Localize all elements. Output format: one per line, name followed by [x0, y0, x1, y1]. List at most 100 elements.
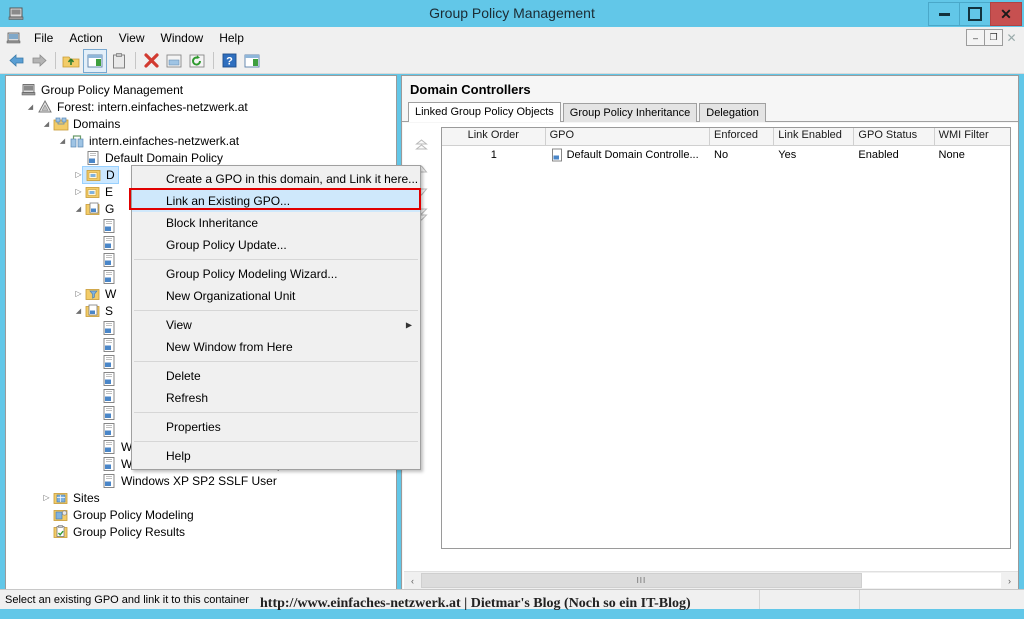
context-menu-item[interactable]: Group Policy Update...	[132, 234, 420, 256]
cell-gpo-status: Enabled	[858, 148, 899, 161]
expand-arrow-icon[interactable]	[72, 185, 85, 198]
tree-node[interactable]: Default Domain Policy	[6, 149, 396, 166]
context-menu-item[interactable]: Refresh	[132, 387, 420, 409]
context-menu-item[interactable]: New Window from Here	[132, 336, 420, 358]
gpo-icon	[85, 150, 101, 166]
minimize-button[interactable]	[928, 2, 960, 26]
up-folder-icon[interactable]	[60, 50, 82, 72]
collapse-arrow-icon[interactable]	[40, 117, 53, 130]
gpo-icon	[101, 218, 117, 234]
tab-linked-group-policy-objects[interactable]: Linked Group Policy Objects	[408, 102, 561, 122]
cell-gpo-label: Default Domain Controlle...	[566, 148, 699, 161]
linked-gpo-grid[interactable]: Link Order GPO Enforced Link Enabled GPO…	[441, 127, 1011, 549]
column-header-link-enabled[interactable]: Link Enabled	[774, 128, 855, 145]
scroll-right-button[interactable]: ›	[1001, 573, 1018, 588]
properties-icon[interactable]	[163, 50, 185, 72]
collapse-arrow-icon[interactable]	[72, 304, 85, 317]
close-button[interactable]: ✕	[990, 2, 1022, 26]
tree-node-content: Sites	[53, 490, 100, 506]
submenu-arrow-icon: ▶	[405, 320, 412, 330]
menu-separator	[134, 259, 418, 260]
gpo-icon	[101, 388, 117, 404]
show-hide-console-tree-icon[interactable]	[83, 48, 107, 73]
tree-node-content: G	[85, 201, 114, 217]
context-menu-item[interactable]: Help	[132, 445, 420, 467]
move-to-top-button[interactable]	[410, 135, 432, 156]
collapse-arrow-icon[interactable]	[24, 100, 37, 113]
column-header-gpo-status[interactable]: GPO Status	[854, 128, 935, 145]
context-menu-item[interactable]: Properties	[132, 416, 420, 438]
column-header-enforced[interactable]: Enforced	[710, 128, 775, 145]
context-menu-item[interactable]: New Organizational Unit	[132, 285, 420, 307]
forward-icon[interactable]	[28, 50, 50, 72]
tree-node-label: Group Policy Results	[73, 524, 186, 539]
tree-node[interactable]: intern.einfaches-netzwerk.at	[6, 132, 396, 149]
tree-node-content	[101, 405, 121, 421]
context-menu-item[interactable]: View ▶	[132, 314, 420, 336]
mdi-close-button[interactable]: ✕	[1002, 29, 1021, 46]
tree-node[interactable]: Group Policy Modeling	[6, 506, 396, 523]
delete-icon[interactable]	[140, 50, 162, 72]
menu-help[interactable]: Help	[211, 29, 252, 47]
column-header-wmi-filter[interactable]: WMI Filter	[935, 128, 1010, 145]
mdi-minimize-button[interactable]: –	[966, 29, 985, 46]
column-header-link-order[interactable]: Link Order	[442, 128, 546, 145]
toolbar: ?	[0, 48, 1024, 74]
collapse-arrow-icon[interactable]	[56, 134, 69, 147]
help-icon[interactable]: ?	[218, 50, 240, 72]
refresh-icon[interactable]	[186, 50, 208, 72]
tree-node-content	[101, 337, 121, 353]
context-menu-item[interactable]: Block Inheritance	[132, 212, 420, 234]
console-icon	[21, 82, 37, 98]
copy-icon[interactable]	[108, 50, 130, 72]
toolbar-separator-3	[213, 52, 214, 69]
tab-group-policy-inheritance[interactable]: Group Policy Inheritance	[562, 103, 698, 122]
collapse-arrow-icon[interactable]	[72, 202, 85, 215]
tree-node[interactable]: Domains	[6, 115, 396, 132]
scrollbar-thumb[interactable]: III	[421, 573, 862, 588]
context-menu-item[interactable]: Group Policy Modeling Wizard...	[132, 263, 420, 285]
tree-node[interactable]: Group Policy Management	[6, 81, 396, 98]
tree-node-label: Sites	[73, 490, 100, 505]
export-list-icon[interactable]	[241, 50, 263, 72]
menu-separator	[134, 412, 418, 413]
context-menu-item[interactable]: Create a GPO in this domain, and Link it…	[132, 168, 420, 190]
scrollbar-track[interactable]: III	[421, 573, 1001, 588]
tree-node[interactable]: Group Policy Results	[6, 523, 396, 540]
menu-action[interactable]: Action	[61, 29, 110, 47]
context-menu-item-label: New Organizational Unit	[166, 289, 296, 303]
expand-arrow-icon[interactable]	[40, 491, 53, 504]
menu-file[interactable]: File	[26, 29, 61, 47]
expand-arrow-icon[interactable]	[72, 287, 85, 300]
tree-node[interactable]: Windows XP SP2 SSLF User	[6, 472, 396, 489]
menu-window[interactable]: Window	[153, 29, 212, 47]
tree-node-content: Forest: intern.einfaches-netzwerk.at	[37, 99, 248, 115]
table-row[interactable]: 1 Default Domain Controlle... No Yes Ena…	[442, 146, 1010, 163]
tab-delegation[interactable]: Delegation	[699, 103, 766, 122]
maximize-button[interactable]	[959, 2, 991, 26]
menu-view[interactable]: View	[111, 29, 153, 47]
tree-node-label: Domains	[73, 116, 121, 131]
scroll-left-button[interactable]: ‹	[404, 573, 421, 588]
tree-node[interactable]: Sites	[6, 489, 396, 506]
context-menu-item[interactable]: Link an Existing GPO...	[132, 190, 420, 212]
tree-node[interactable]: Forest: intern.einfaches-netzwerk.at	[6, 98, 396, 115]
back-icon[interactable]	[5, 50, 27, 72]
context-menu-item[interactable]: Delete	[132, 365, 420, 387]
horizontal-scrollbar[interactable]: ‹ III ›	[404, 571, 1018, 589]
mdi-restore-button[interactable]: ❐	[984, 29, 1003, 46]
svg-text:?: ?	[226, 56, 233, 68]
menu-separator	[134, 310, 418, 311]
column-header-gpo[interactable]: GPO	[546, 128, 711, 145]
gpo-icon	[101, 354, 117, 370]
